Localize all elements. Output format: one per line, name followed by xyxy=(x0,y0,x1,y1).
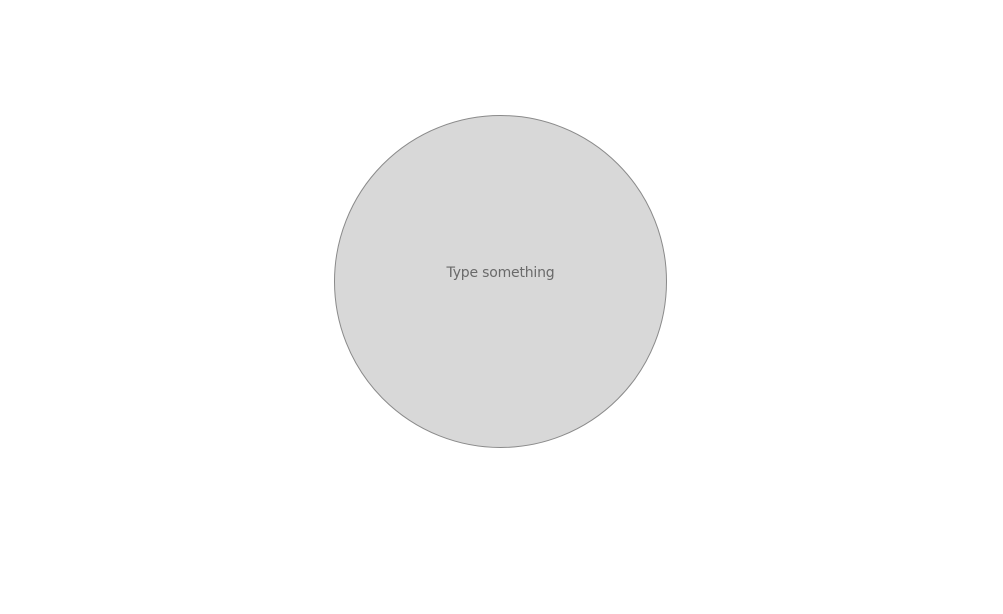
shape-text-placeholder[interactable]: Type something xyxy=(447,265,555,281)
circle-shape[interactable]: Type something xyxy=(334,115,667,448)
drawing-canvas[interactable]: Type something xyxy=(0,0,1003,614)
